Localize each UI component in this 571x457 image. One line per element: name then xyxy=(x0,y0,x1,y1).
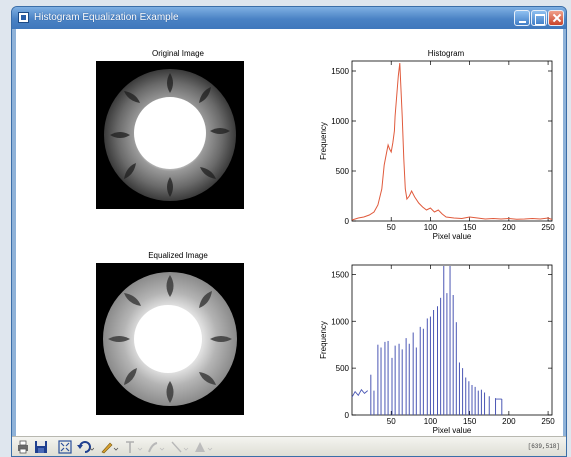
graphics-canvas[interactable]: Original Image Equalized Image Histogram… xyxy=(16,29,563,436)
histogram-title: Histogram xyxy=(427,49,465,58)
y-tick-label: 1000 xyxy=(331,317,349,326)
fit-icon[interactable] xyxy=(58,440,72,455)
equalized-image xyxy=(96,263,244,415)
y-tick-label: 0 xyxy=(345,411,350,420)
equalized-baseline-line xyxy=(351,388,368,398)
maximize-button[interactable] xyxy=(531,10,547,26)
x-axis-label: Pixel value xyxy=(433,232,472,241)
x-tick-label: 50 xyxy=(387,223,396,232)
equalized-histogram-chart: 50 100 150 200 250 0 500 1000 1500 Pixel value Fre… xyxy=(319,264,555,435)
title-bar[interactable]: Histogram Equalization Example xyxy=(12,7,566,29)
x-axis-label: Pixel value xyxy=(433,426,472,435)
x-tick-label: 100 xyxy=(424,223,438,232)
x-tick-label: 100 xyxy=(424,417,438,426)
toolbar: [639,518] xyxy=(12,436,566,456)
print-icon[interactable] xyxy=(16,440,30,455)
x-tick-label: 200 xyxy=(502,223,516,232)
app-window: Histogram Equalization Example Original … xyxy=(11,6,567,457)
plot-frame xyxy=(351,264,553,416)
shape-icon[interactable] xyxy=(194,440,214,455)
save-icon[interactable] xyxy=(34,440,48,455)
x-tick-label: 150 xyxy=(463,223,477,232)
histogram-series-line xyxy=(351,62,553,221)
y-axis-label: Frequency xyxy=(319,122,328,160)
histogram-chart: 50 100 150 200 250 0 500 1000 1500 Pixel value Fre… xyxy=(319,60,555,241)
minimize-button[interactable] xyxy=(514,10,530,26)
x-tick-label: 50 xyxy=(387,417,396,426)
original-image xyxy=(96,61,244,209)
x-tick-label: 250 xyxy=(541,417,555,426)
line-icon[interactable] xyxy=(170,440,190,455)
equalized-image-title: Equalized Image xyxy=(148,251,208,260)
y-tick-label: 500 xyxy=(336,364,350,373)
pencil-icon[interactable] xyxy=(100,440,120,455)
x-tick-label: 200 xyxy=(502,417,516,426)
y-tick-label: 0 xyxy=(345,217,350,226)
x-tick-label: 150 xyxy=(463,417,477,426)
x-tick-label: 250 xyxy=(541,223,555,232)
brush-icon[interactable] xyxy=(146,440,166,455)
cursor-coordinates: [639,518] xyxy=(527,443,560,450)
window-title: Histogram Equalization Example xyxy=(34,12,179,23)
close-button[interactable] xyxy=(548,10,564,26)
original-image-title: Original Image xyxy=(151,49,205,58)
text-icon[interactable] xyxy=(124,440,144,455)
y-tick-label: 1500 xyxy=(331,270,349,279)
y-tick-label: 500 xyxy=(336,167,350,176)
undo-icon[interactable] xyxy=(76,440,95,455)
app-icon[interactable] xyxy=(18,12,29,23)
plot-frame xyxy=(351,60,553,222)
y-axis-label: Frequency xyxy=(319,321,328,359)
y-tick-label: 1000 xyxy=(331,117,349,126)
y-tick-label: 1500 xyxy=(331,67,349,76)
